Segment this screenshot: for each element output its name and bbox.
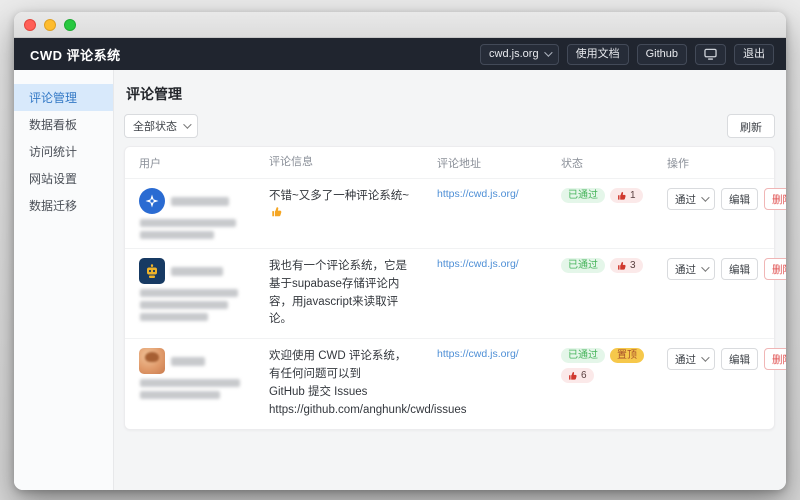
- macos-titlebar: [14, 12, 786, 38]
- main-content: 评论管理 全部状态 刷新 用户 评论信息 评论地址 状态 操作 不错~又多了一种…: [114, 70, 786, 490]
- comment-text: 欢迎使用 CWD 评论系统，有任何问题可以到 GitHub 提交 Issues …: [269, 350, 467, 416]
- col-header-user: 用户: [139, 157, 161, 170]
- chevron-down-icon: [183, 120, 192, 129]
- table-row: 我也有一个评论系统，它是基于supabase存储评论内容，用javascript…: [125, 248, 786, 338]
- likes-badge: 1: [610, 188, 643, 204]
- github-button[interactable]: Github: [636, 43, 687, 65]
- status-action-select[interactable]: 通过: [667, 258, 715, 281]
- status-badge: 已通过: [561, 258, 605, 274]
- avatar: [139, 348, 165, 375]
- thumbs-up-icon: [569, 371, 577, 380]
- col-header-status: 状态: [561, 157, 583, 170]
- app-window: CWD 评论系统 cwd.js.org 使用文档 Github 退出 评论管理 …: [14, 12, 786, 490]
- thumbs-up-icon: [618, 261, 626, 270]
- likes-badge: 6: [561, 368, 594, 384]
- table-row: 不错~又多了一种评论系统~ https://cwd.js.org/ 已通过 1: [125, 178, 786, 248]
- actions-cell: 通过 编辑 删除: [655, 179, 786, 219]
- delete-button[interactable]: 删除: [764, 348, 786, 371]
- sidebar: 评论管理 数据看板 访问统计 网站设置 数据迁移: [14, 70, 114, 490]
- table-row: 欢迎使用 CWD 评论系统，有任何问题可以到 GitHub 提交 Issues …: [125, 338, 786, 428]
- robot-icon: [147, 263, 157, 278]
- comment-url-link[interactable]: https://cwd.js.org/: [437, 258, 519, 270]
- user-meta-redacted: [140, 391, 220, 400]
- user-site-redacted: [140, 301, 228, 310]
- status-cell: 已通过 置顶 6: [549, 339, 655, 392]
- status-filter-select[interactable]: 全部状态: [124, 114, 198, 138]
- col-header-comment: 评论信息: [269, 156, 313, 168]
- user-cell: [127, 179, 257, 248]
- theme-toggle-button[interactable]: [695, 43, 726, 65]
- edit-button[interactable]: 编辑: [721, 348, 758, 371]
- table-header-row: 用户 评论信息 评论地址 状态 操作: [125, 147, 774, 178]
- user-email-redacted: [140, 289, 238, 298]
- comment-url-link[interactable]: https://cwd.js.org/: [437, 188, 519, 200]
- likes-count: 3: [630, 259, 636, 271]
- status-action-select[interactable]: 通过: [667, 188, 715, 211]
- chevron-down-icon: [701, 193, 710, 202]
- comment-url-cell: https://cwd.js.org/: [425, 339, 549, 369]
- sidebar-item-dashboard[interactable]: 数据看板: [14, 111, 113, 138]
- toolbar: 全部状态 刷新: [124, 114, 775, 138]
- refresh-button[interactable]: 刷新: [727, 114, 775, 138]
- comment-url-cell: https://cwd.js.org/: [425, 179, 549, 209]
- edit-button[interactable]: 编辑: [721, 258, 758, 281]
- status-filter-value: 全部状态: [133, 121, 177, 133]
- sidebar-item-visit-stats[interactable]: 访问统计: [14, 138, 113, 165]
- logout-button[interactable]: 退出: [734, 43, 774, 65]
- status-badge: 已通过: [561, 188, 605, 204]
- comment-url-link[interactable]: https://cwd.js.org/: [437, 348, 519, 360]
- col-header-actions: 操作: [667, 157, 689, 170]
- delete-button[interactable]: 删除: [764, 188, 786, 211]
- likes-badge: 3: [610, 258, 643, 274]
- col-header-url: 评论地址: [437, 157, 481, 170]
- monitor-icon: [704, 48, 717, 60]
- user-meta-redacted: [140, 231, 214, 240]
- edit-button[interactable]: 编辑: [721, 188, 758, 211]
- docs-button[interactable]: 使用文档: [566, 43, 629, 65]
- close-window-button[interactable]: [24, 18, 36, 31]
- user-email-redacted: [140, 379, 240, 388]
- delete-button[interactable]: 删除: [764, 258, 786, 281]
- comment-url-cell: https://cwd.js.org/: [425, 249, 549, 279]
- avatar: [139, 258, 165, 285]
- page-title: 评论管理: [126, 86, 182, 102]
- user-name-redacted: [171, 356, 205, 366]
- chevron-down-icon: [701, 263, 710, 272]
- site-select-value: cwd.js.org: [489, 47, 539, 60]
- sidebar-item-site-settings[interactable]: 网站设置: [14, 165, 113, 192]
- actions-cell: 通过 编辑 删除: [655, 339, 786, 379]
- avatar: [139, 188, 165, 215]
- site-select[interactable]: cwd.js.org: [480, 43, 559, 65]
- user-meta-redacted: [140, 313, 208, 322]
- sidebar-item-comment-management[interactable]: 评论管理: [14, 84, 113, 111]
- comment-text: 不错~又多了一种评论系统~: [257, 179, 425, 233]
- user-email-redacted: [140, 219, 236, 228]
- user-name-redacted: [171, 196, 229, 206]
- chevron-down-icon: [543, 48, 553, 57]
- status-badge: 已通过: [561, 348, 605, 364]
- status-cell: 已通过 1: [549, 179, 655, 212]
- likes-count: 6: [581, 369, 587, 381]
- app-header-actions: cwd.js.org 使用文档 Github 退出: [480, 43, 774, 65]
- compass-logo-icon: [145, 194, 159, 208]
- status-cell: 已通过 3: [549, 249, 655, 282]
- comments-table: 用户 评论信息 评论地址 状态 操作 不错~又多了一种评论系统~ https:/…: [124, 146, 786, 430]
- user-cell: [127, 339, 257, 408]
- app-title: CWD 评论系统: [30, 47, 121, 63]
- app-header: CWD 评论系统 cwd.js.org 使用文档 Github 退出: [14, 38, 786, 70]
- zoom-window-button[interactable]: [64, 18, 76, 31]
- status-action-select[interactable]: 通过: [667, 348, 715, 371]
- actions-cell: 通过 编辑 删除: [655, 249, 786, 289]
- pinned-badge: 置顶: [610, 348, 644, 364]
- minimize-window-button[interactable]: [44, 18, 56, 31]
- user-name-redacted: [171, 266, 223, 276]
- thumbs-up-icon: [618, 191, 626, 200]
- sidebar-item-data-migration[interactable]: 数据迁移: [14, 192, 113, 219]
- comment-text: 我也有一个评论系统，它是基于supabase存储评论内容，用javascript…: [269, 260, 407, 326]
- chevron-down-icon: [701, 353, 710, 363]
- user-cell: [127, 249, 257, 330]
- likes-count: 1: [630, 189, 636, 201]
- thumbs-up-emoji: [272, 207, 282, 217]
